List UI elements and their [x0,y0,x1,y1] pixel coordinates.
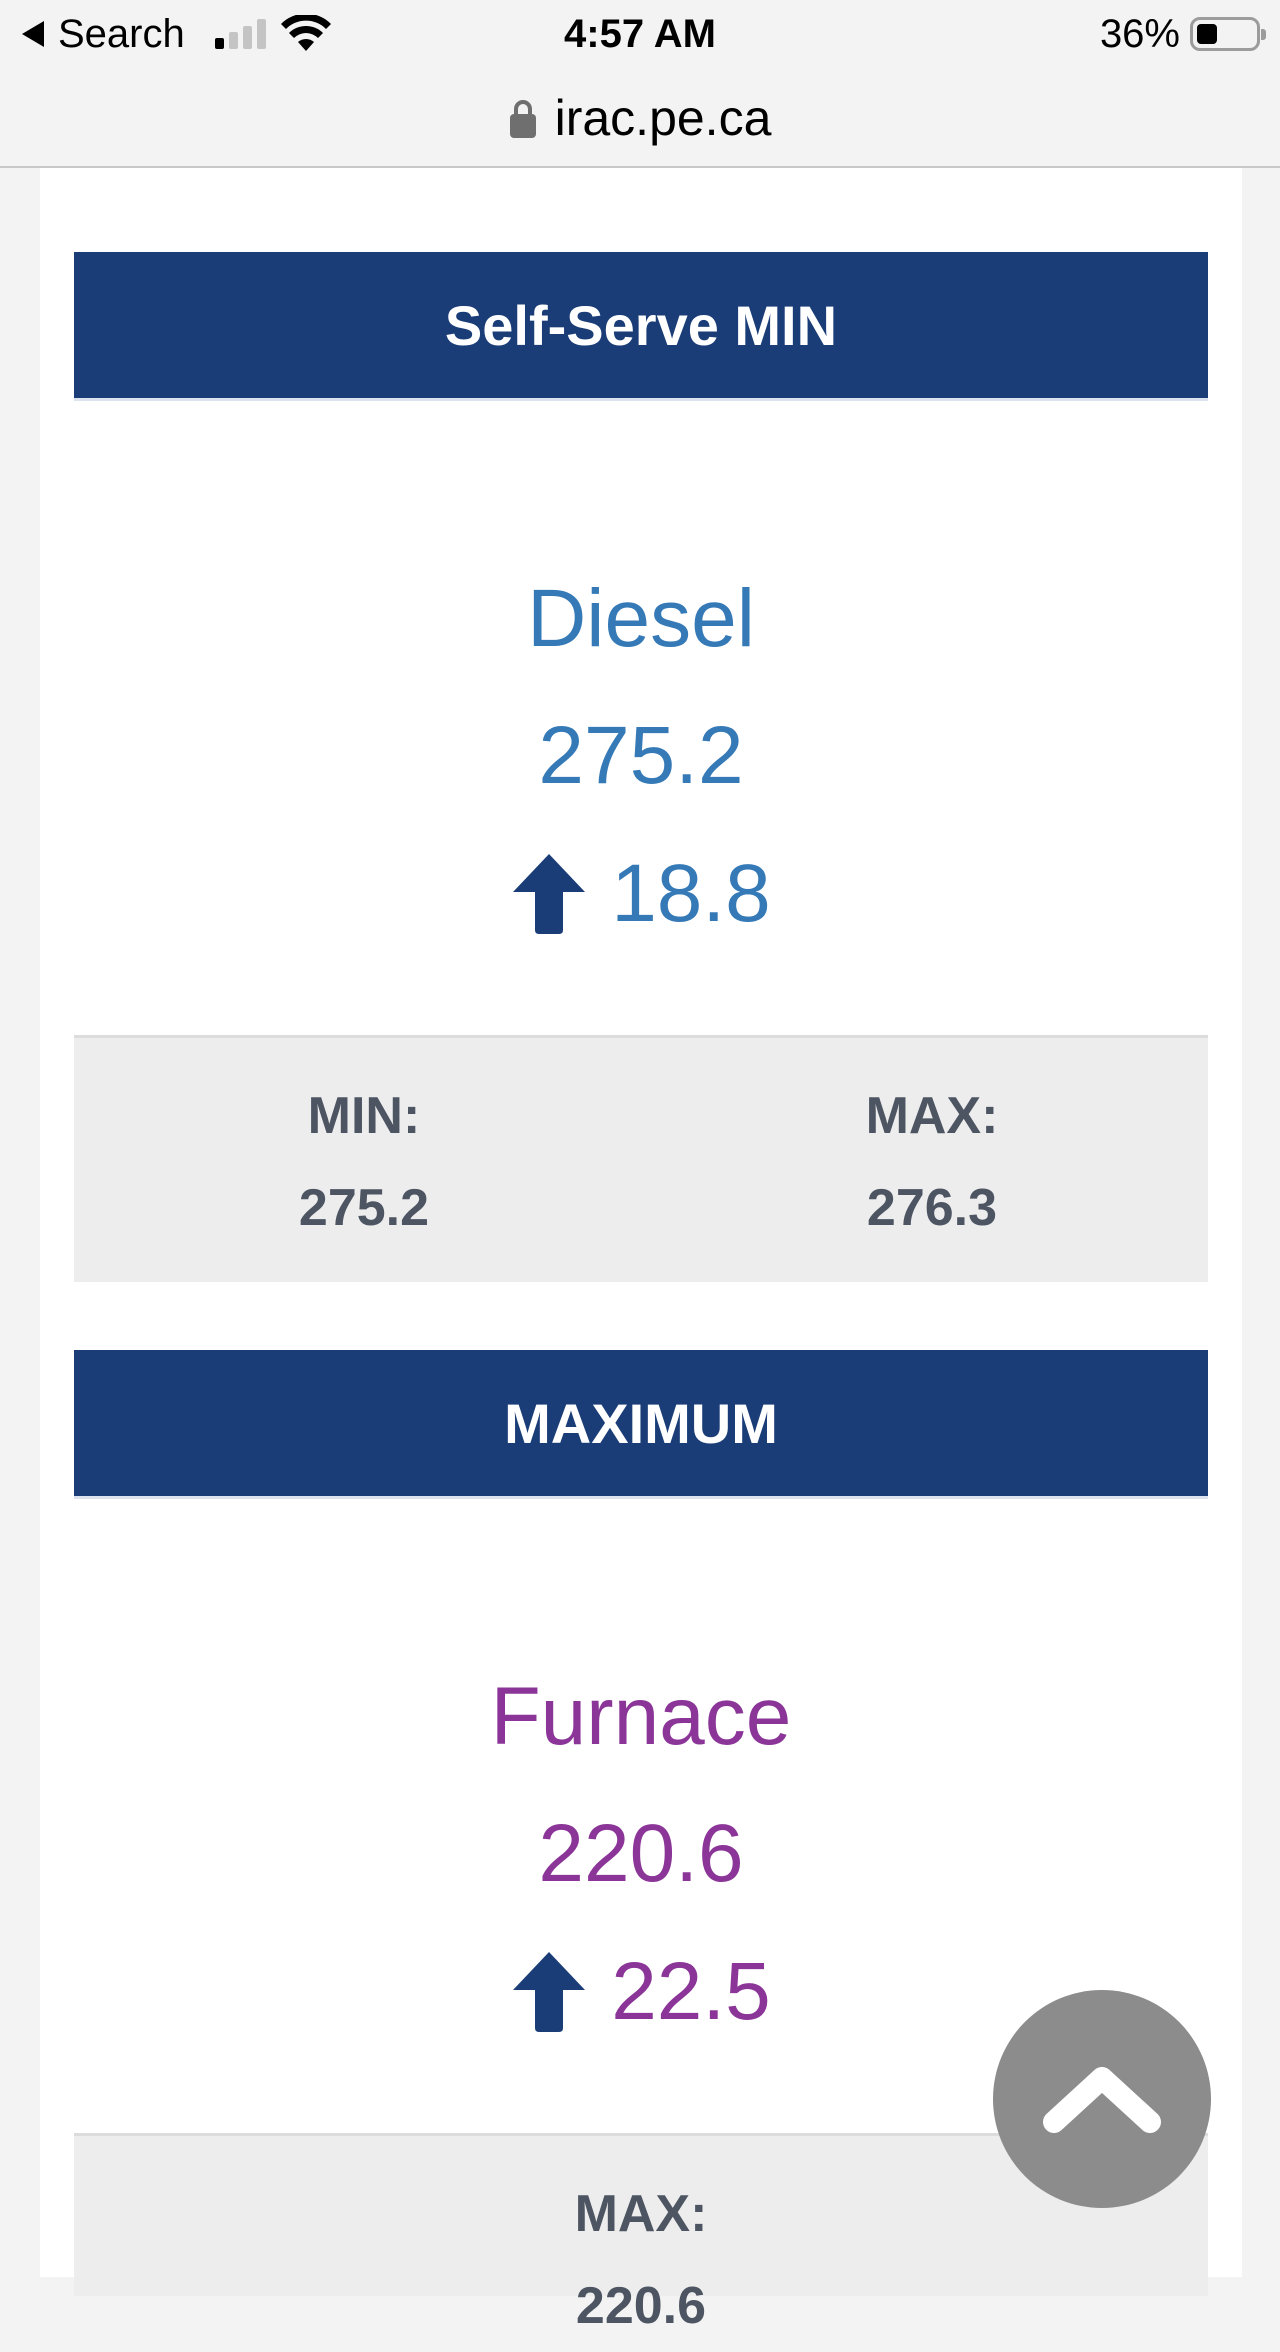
min-label: MIN: [307,1087,421,1145]
url-text[interactable]: irac.pe.ca [555,89,772,147]
min-value: 275.2 [298,1179,430,1237]
panel-header: Self-Serve MIN [74,252,1208,401]
fuel-name: Furnace [490,1671,792,1762]
price-change-value: 22.5 [611,1946,771,2037]
address-bar[interactable]: irac.pe.ca [0,70,1280,168]
max-label: MAX: [865,1087,999,1145]
fuel-price: 275.2 [538,710,744,801]
price-panel-diesel: Self-Serve MIN Diesel 275.2 18.8 MIN: 27… [74,252,1208,1282]
battery-percent: 36% [1099,11,1180,56]
max-value: 220.6 [575,2277,707,2335]
fuel-name: Diesel [527,573,755,664]
arrow-up-icon [513,854,586,934]
status-time: 4:57 AM [564,12,716,56]
scroll-to-top-button[interactable] [993,1990,1211,2208]
page-content: Self-Serve MIN Diesel 275.2 18.8 MIN: 27… [40,168,1242,2335]
max-column: MAX: 276.3 [722,1070,1142,1254]
battery-icon [1190,17,1266,51]
fuel-price: 220.6 [538,1808,744,1899]
battery-level-fill [1197,24,1217,44]
min-column: MIN: 275.2 [154,1070,574,1254]
price-change: 18.8 [74,847,1208,941]
max-value: 276.3 [866,1179,998,1237]
price-change-value: 18.8 [611,848,771,939]
status-right: 36% [1099,8,1266,60]
arrow-up-icon [513,1952,586,2032]
chevron-up-icon [1043,2067,1161,2133]
status-bar: Search 4:57 AM 36% [0,0,1280,70]
panel-header: MAXIMUM [74,1350,1208,1499]
max-column: MAX: 220.6 [431,2168,851,2352]
max-label: MAX: [574,2185,708,2243]
lock-icon [509,100,536,138]
min-max-box: MIN: 275.2 MAX: 276.3 [74,1035,1208,1282]
